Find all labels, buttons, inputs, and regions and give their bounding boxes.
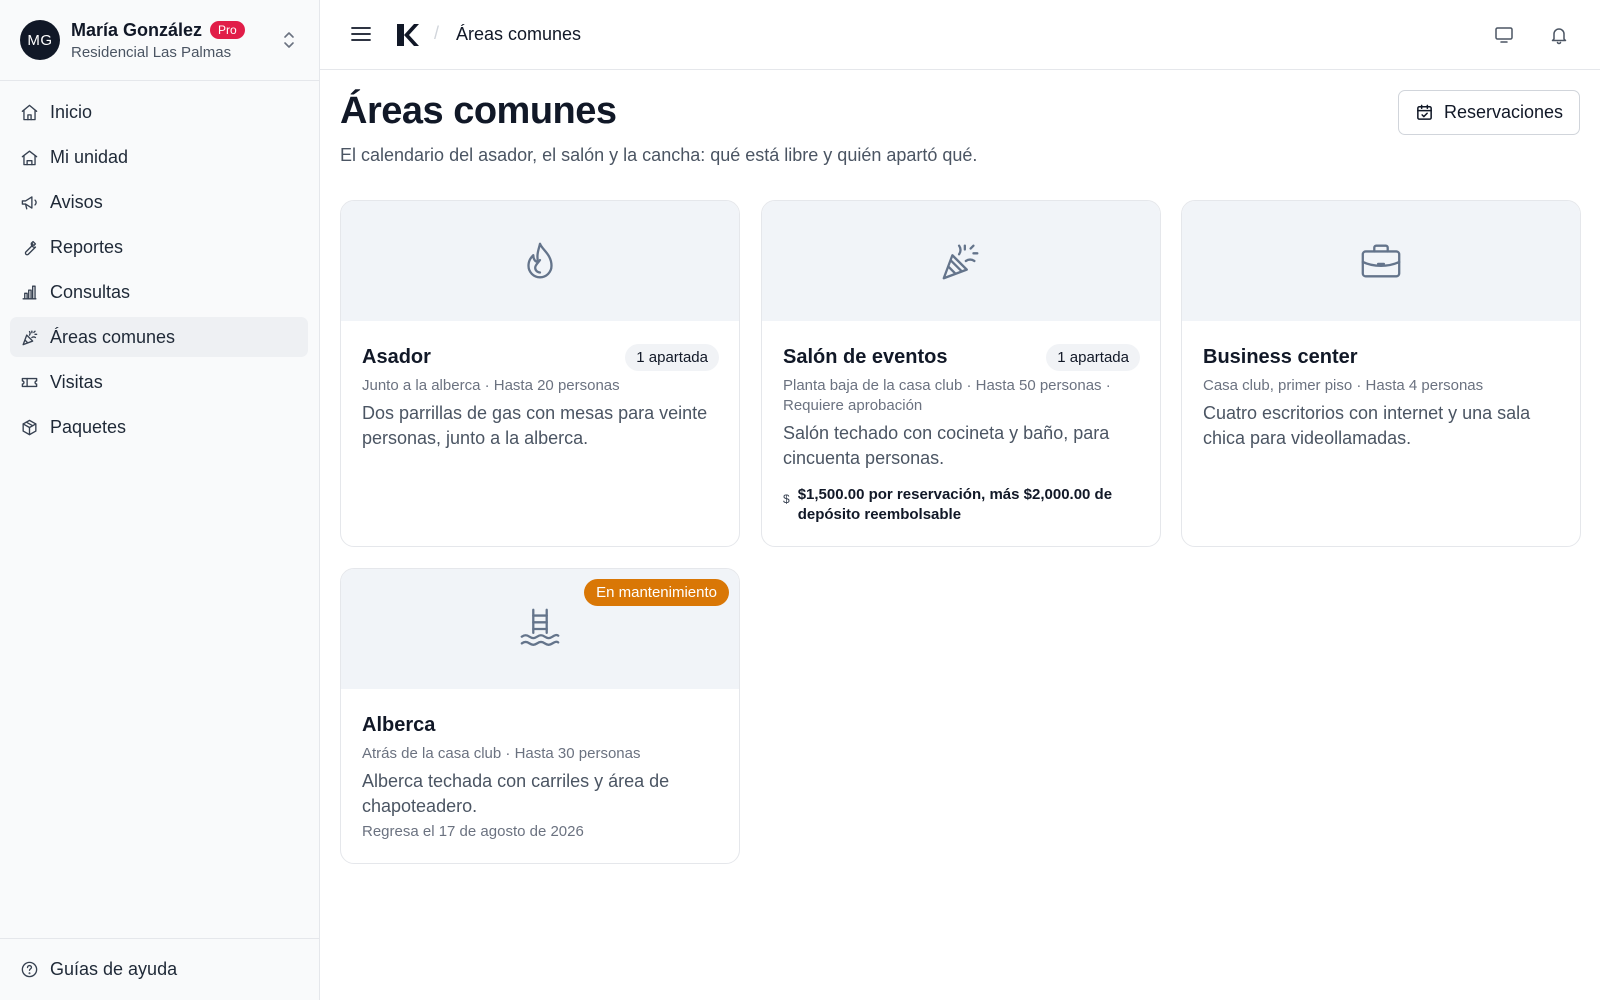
area-meta: Atrás de la casa club · Hasta 30 persona…: [362, 745, 641, 762]
sidebar-item-reportes[interactable]: Reportes: [10, 227, 308, 267]
area-name: Business center: [1203, 345, 1358, 368]
card-head: Asador 1 apartada: [362, 342, 719, 372]
megaphone-icon: [21, 195, 37, 210]
card-head: Salón de eventos 1 apartada: [783, 342, 1140, 372]
card-body: Asador 1 apartada Junto a la alberca · H…: [341, 321, 739, 469]
area-name: Salón de eventos: [783, 345, 948, 368]
area-meta: Planta baja de la casa club · Hasta 50 p…: [783, 377, 1111, 414]
bar-chart-icon: [22, 284, 37, 300]
area-meta: Casa club, primer piso · Hasta 4 persona…: [1203, 377, 1484, 394]
breadcrumb-separator: /: [434, 23, 440, 43]
top-bar: / Áreas comunes: [320, 0, 1600, 70]
user-name: María González: [71, 19, 203, 40]
flame-icon: [527, 242, 553, 279]
area-card-salon-de-eventos[interactable]: Salón de eventos 1 apartada Planta baja …: [761, 200, 1161, 547]
reservation-count-badge: 1 apartada: [625, 343, 719, 371]
ticket-icon: [21, 377, 38, 387]
card-header: En mantenimiento: [341, 569, 739, 689]
menu-icon[interactable]: [350, 23, 372, 45]
calendar-check-icon: [1417, 104, 1432, 120]
sidebar-item-label: Inicio: [50, 101, 93, 122]
sidebar-item-label: Visitas: [50, 371, 103, 392]
chevron-up-down-icon[interactable]: [279, 28, 299, 52]
party-popper-icon: [942, 244, 979, 280]
area-description: Dos parrillas de gas con mesas para vein…: [362, 403, 708, 448]
area-price: $ $1,500.00 por reservación, más $2,000.…: [783, 485, 1140, 525]
card-header: [1182, 201, 1580, 321]
account-info: María González Pro Residencial Las Palma…: [71, 20, 245, 61]
card-header: [341, 201, 739, 321]
sidebar-item-inicio[interactable]: Inicio: [10, 92, 308, 132]
card-body: Salón de eventos 1 apartada Planta baja …: [762, 321, 1160, 543]
sidebar-item-label: Áreas comunes: [50, 326, 176, 347]
area-name: Alberca: [362, 713, 436, 736]
briefcase-icon: [1361, 244, 1401, 278]
bell-icon[interactable]: [1549, 25, 1569, 45]
card-head: Alberca: [362, 710, 719, 740]
package-icon: [22, 419, 37, 435]
sidebar-item-label: Mi unidad: [50, 146, 129, 167]
area-description: Alberca techada con carriles y área de c…: [362, 771, 670, 816]
sidebar-item-visitas[interactable]: Visitas: [10, 362, 308, 402]
sidebar-item-label: Reportes: [50, 236, 124, 257]
sidebar-item-areas-comunes[interactable]: Áreas comunes: [10, 317, 308, 357]
card-head: Business center: [1203, 342, 1560, 372]
pro-badge: Pro: [210, 21, 245, 39]
sidebar-item-consultas[interactable]: Consultas: [10, 272, 308, 312]
sidebar-item-label: Avisos: [50, 191, 103, 212]
dollar-icon: $: [783, 492, 790, 506]
reservations-button-label: Reservaciones: [1444, 102, 1564, 122]
reservation-count-badge: 1 apartada: [1046, 343, 1140, 371]
maintenance-badge: En mantenimiento: [584, 579, 729, 606]
breadcrumb-current: Áreas comunes: [456, 24, 582, 44]
area-description: Salón techado con cocineta y baño, para …: [783, 423, 1110, 468]
pool-ladder-icon: [520, 608, 560, 646]
reservations-button[interactable]: Reservaciones: [1398, 90, 1580, 135]
area-name: Asador: [362, 345, 431, 368]
area-description: Cuatro escritorios con internet y una sa…: [1203, 403, 1531, 448]
avatar: MG: [20, 20, 60, 60]
card-body: Business center Casa club, primer piso ·…: [1182, 321, 1580, 469]
home-icon: [21, 104, 38, 120]
card-header: [762, 201, 1160, 321]
house-icon: [21, 149, 38, 165]
sidebar: MG María González Pro Residencial Las Pa…: [0, 0, 320, 1000]
page-subtitle: El calendario del asador, el salón y la …: [340, 145, 978, 165]
area-card-alberca[interactable]: En mantenimiento Alberca Atrás de la cas…: [340, 568, 740, 864]
help-guides-label: Guías de ayuda: [50, 959, 178, 979]
monitor-icon[interactable]: [1494, 25, 1514, 45]
sidebar-nav: Inicio Mi unidad Avisos Reportes Consult…: [10, 92, 308, 452]
page-title: Áreas comunes: [340, 90, 617, 132]
card-body: Alberca Atrás de la casa club · Hasta 30…: [341, 689, 739, 858]
sidebar-item-avisos[interactable]: Avisos: [10, 182, 308, 222]
area-card-asador[interactable]: Asador 1 apartada Junto a la alberca · H…: [340, 200, 740, 547]
help-guides-link[interactable]: Guías de ayuda: [0, 938, 319, 1000]
app-logo[interactable]: [395, 22, 421, 48]
return-date-note: Regresa el 17 de agosto de 2026: [362, 823, 584, 840]
area-card-business-center[interactable]: Business center Casa club, primer piso ·…: [1181, 200, 1581, 547]
community-name: Residencial Las Palmas: [71, 43, 232, 61]
wrench-icon: [24, 240, 37, 255]
party-popper-icon: [22, 329, 38, 345]
sidebar-item-label: Paquetes: [50, 416, 127, 437]
sidebar-item-paquetes[interactable]: Paquetes: [10, 407, 308, 447]
area-price-text: $1,500.00 por reservación, más $2,000.00…: [797, 486, 1113, 523]
sidebar-item-label: Consultas: [50, 281, 131, 302]
help-circle-icon: [21, 961, 38, 978]
account-name-row: María González Pro: [71, 20, 245, 41]
account-switcher[interactable]: MG María González Pro Residencial Las Pa…: [0, 0, 319, 81]
sidebar-item-mi-unidad[interactable]: Mi unidad: [10, 137, 308, 177]
area-meta: Junto a la alberca · Hasta 20 personas: [362, 377, 620, 394]
